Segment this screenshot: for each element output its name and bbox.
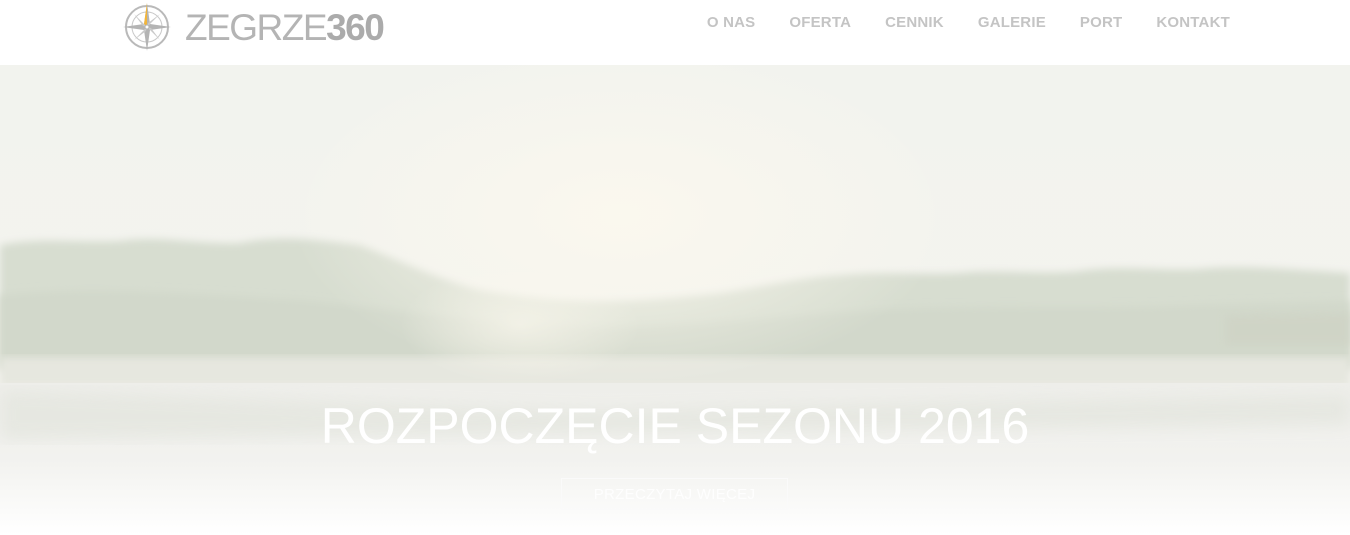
hero-lake-image [0,65,1350,535]
logo-text-light: ZEGRZE [185,6,328,48]
nav-item-kontakt[interactable]: KONTAKT [1156,15,1230,31]
compass-rose-icon [123,3,171,51]
nav-item-oferta[interactable]: OFERTA [789,15,851,31]
read-more-button[interactable]: PRZECZYTAJ WIĘCEJ [561,478,788,510]
hero-title: ROZPOCZĘCIE SEZONU 2016 [320,398,1030,454]
logo-text-bold: 360 [326,6,385,48]
nav-item-cennik[interactable]: CENNIK [885,15,944,31]
page: ZEGRZE360 O NAS OFERTA CENNIK GALERIE PO… [0,0,1350,535]
nav-item-o-nas[interactable]: O NAS [707,15,756,31]
hero-banner: ROZPOCZĘCIE SEZONU 2016 PRZECZYTAJ WIĘCE… [0,65,1350,535]
main-nav: O NAS OFERTA CENNIK GALERIE PORT KONTAKT [707,15,1230,31]
logo-link[interactable]: ZEGRZE360 [122,2,385,52]
nav-item-galerie[interactable]: GALERIE [978,15,1046,31]
nav-item-port[interactable]: PORT [1080,15,1122,31]
logo-wordmark: ZEGRZE360 [185,6,385,48]
site-header: ZEGRZE360 O NAS OFERTA CENNIK GALERIE PO… [0,0,1350,65]
